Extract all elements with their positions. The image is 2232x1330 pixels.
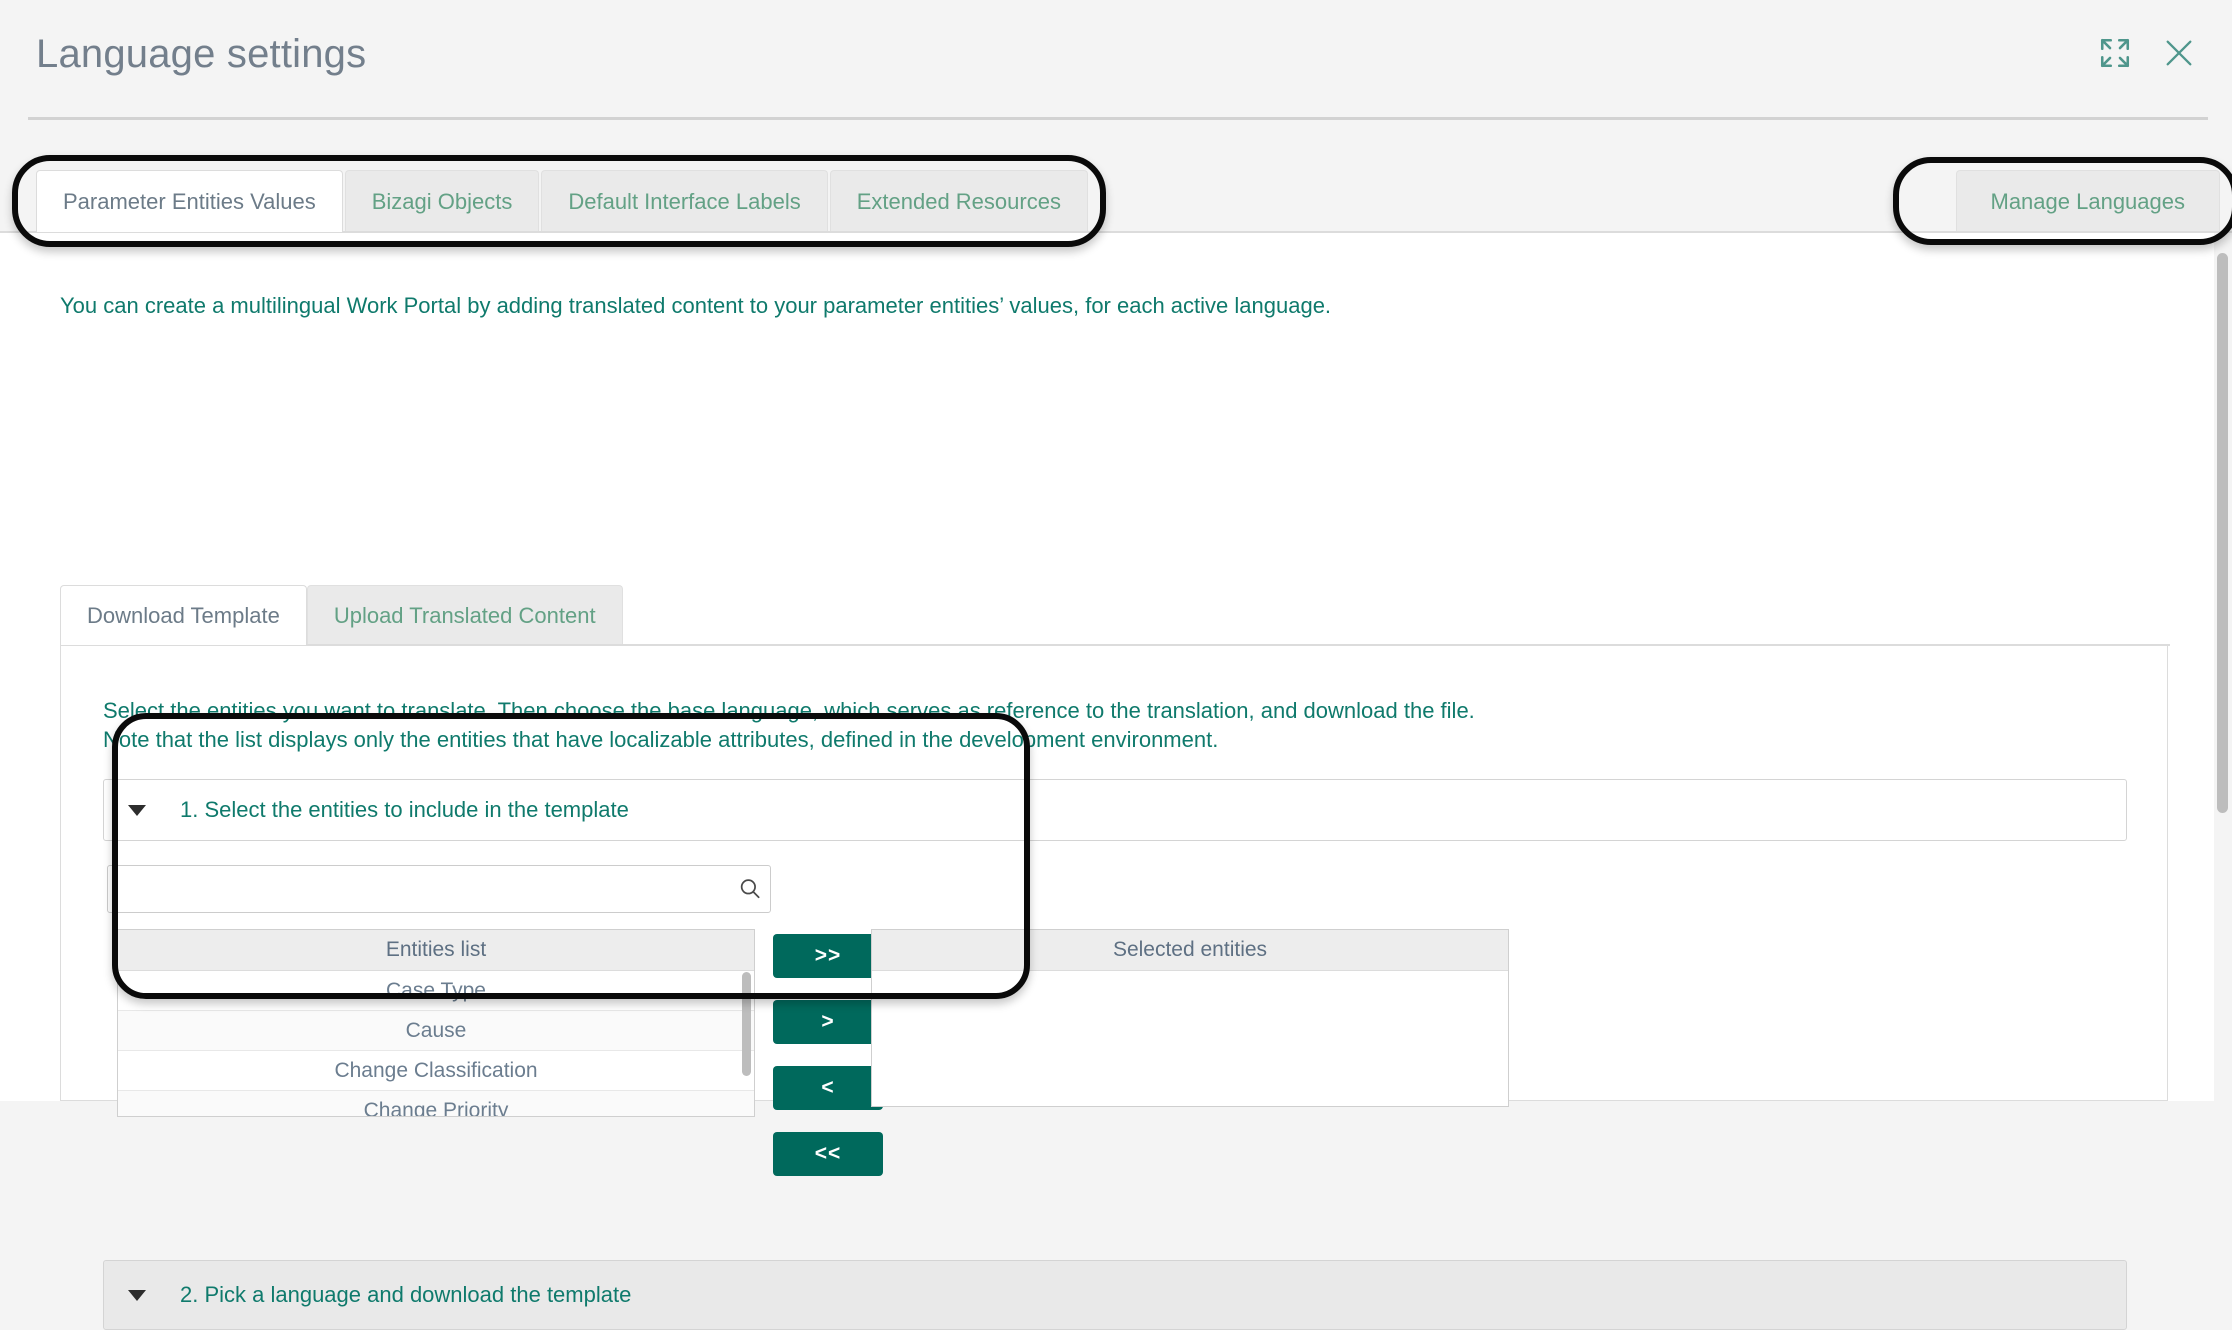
entities-list-panel: Entities list Case Type Cause Change Cla… xyxy=(117,929,755,1117)
move-left-button[interactable]: < xyxy=(773,1066,883,1110)
selected-entities-header: Selected entities xyxy=(872,930,1508,971)
tab-parameter-entities-values[interactable]: Parameter Entities Values xyxy=(36,170,343,232)
chevron-down-icon xyxy=(128,804,146,816)
subtab-download-template[interactable]: Download Template xyxy=(60,585,307,645)
main-tabs: Parameter Entities Values Bizagi Objects… xyxy=(36,170,1090,232)
expand-fullscreen-icon[interactable] xyxy=(2098,36,2132,70)
move-right-button[interactable]: > xyxy=(773,1000,883,1044)
list-item[interactable]: Change Priority xyxy=(118,1091,754,1116)
subtab-label: Upload Translated Content xyxy=(333,602,596,628)
accordion-label: 1. Select the entities to include in the… xyxy=(180,797,629,822)
page-scrollbar-track[interactable] xyxy=(2214,118,2232,1101)
search-icon[interactable] xyxy=(730,876,770,902)
tab-label: Parameter Entities Values xyxy=(63,188,316,214)
page-title: Language settings xyxy=(36,32,367,76)
tab-extended-resources[interactable]: Extended Resources xyxy=(829,170,1088,232)
instructions-line-2: Note that the list displays only the ent… xyxy=(103,727,1219,752)
accordion-select-entities[interactable]: 1. Select the entities to include in the… xyxy=(103,779,2127,841)
tab-content-panel: You can create a multilingual Work Porta… xyxy=(0,233,2214,1330)
accordion-pick-language[interactable]: 2. Pick a language and download the temp… xyxy=(103,1260,2127,1330)
move-all-left-button[interactable]: << xyxy=(773,1132,883,1176)
subtab-label: Download Template xyxy=(87,602,280,628)
tab-label: Manage Languages xyxy=(1990,188,2186,214)
tab-manage-languages[interactable]: Manage Languages xyxy=(1955,170,2220,232)
transfer-button-group: >> > < << xyxy=(773,934,883,1176)
tab-label: Extended Resources xyxy=(856,188,1061,214)
list-item[interactable]: Change Classification xyxy=(118,1051,754,1091)
list-item[interactable]: Cause xyxy=(118,1011,754,1051)
entities-list-scrollbar[interactable] xyxy=(742,972,751,1076)
intro-description: You can create a multilingual Work Porta… xyxy=(60,293,1332,318)
move-all-right-button[interactable]: >> xyxy=(773,934,883,978)
sub-tabs: Download Template Upload Translated Cont… xyxy=(60,585,623,645)
tab-default-interface-labels[interactable]: Default Interface Labels xyxy=(541,170,828,232)
selected-entities-panel: Selected entities xyxy=(871,929,1509,1107)
tab-label: Bizagi Objects xyxy=(371,188,513,214)
tab-label: Default Interface Labels xyxy=(568,188,801,214)
subtab-upload-translated-content[interactable]: Upload Translated Content xyxy=(306,585,623,645)
tab-bizagi-objects[interactable]: Bizagi Objects xyxy=(344,170,540,232)
header-divider xyxy=(28,117,2208,120)
entities-search-box xyxy=(107,865,771,913)
chevron-down-icon xyxy=(128,1289,146,1301)
header-actions xyxy=(2098,36,2196,70)
instructions-line-1: Select the entities you want to translat… xyxy=(103,698,1475,723)
instructions-block: Select the entities you want to translat… xyxy=(103,696,1475,754)
dialog-header: Language settings xyxy=(0,0,2232,118)
main-tabstrip: Parameter Entities Values Bizagi Objects… xyxy=(0,170,2232,232)
page-scrollbar-thumb[interactable] xyxy=(2217,253,2228,813)
download-template-panel: Select the entities you want to translat… xyxy=(60,646,2168,1330)
accordion-label: 2. Pick a language and download the temp… xyxy=(180,1282,632,1307)
close-icon[interactable] xyxy=(2162,36,2196,70)
entities-list-header: Entities list xyxy=(118,930,754,971)
search-input[interactable] xyxy=(108,866,730,912)
list-item[interactable]: Case Type xyxy=(118,971,754,1011)
